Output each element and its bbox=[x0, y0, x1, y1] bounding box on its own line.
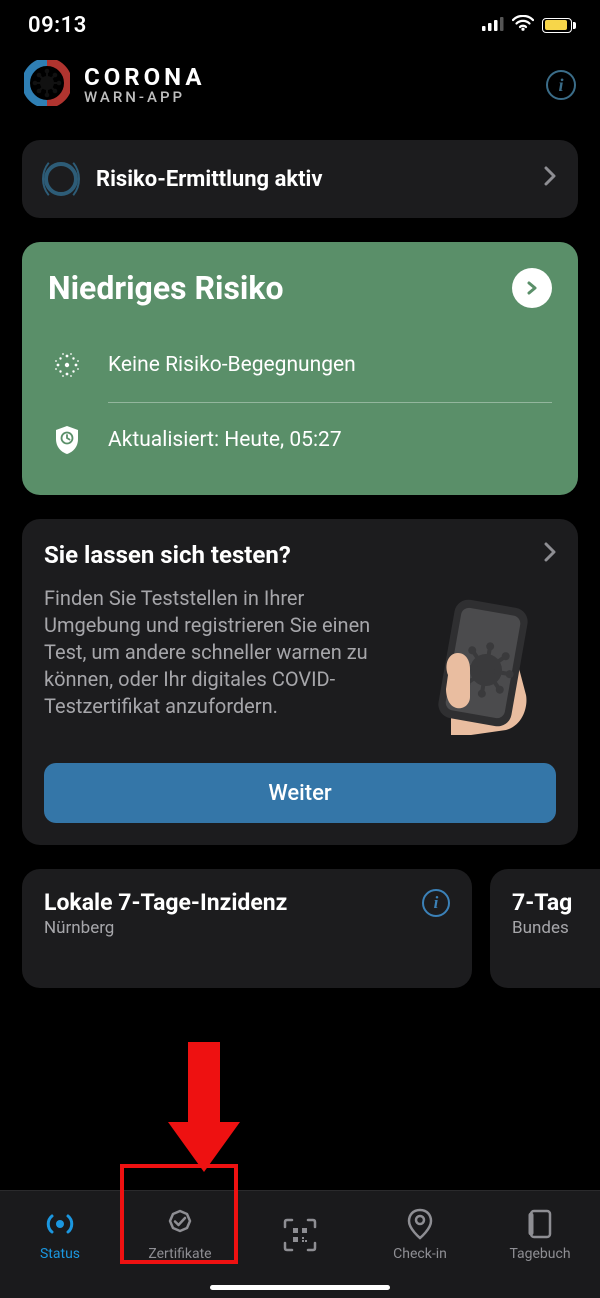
status-icons bbox=[482, 15, 572, 35]
tab-status[interactable]: Status bbox=[0, 1191, 120, 1278]
risk-tracing-title: Risiko-Ermittlung aktiv bbox=[96, 167, 526, 192]
certificate-icon bbox=[164, 1208, 196, 1240]
corona-logo-icon bbox=[24, 60, 70, 110]
risk-encounters-row: Keine Risiko-Begegnungen bbox=[48, 350, 552, 380]
diary-icon bbox=[527, 1208, 553, 1240]
status-icon bbox=[43, 1208, 77, 1240]
divider bbox=[108, 402, 552, 403]
risk-updated-row: Aktualisiert: Heute, 05:27 bbox=[48, 425, 552, 455]
tab-checkin-label: Check-in bbox=[393, 1246, 447, 1262]
app-title: CORONA bbox=[84, 65, 205, 90]
location-pin-icon bbox=[407, 1208, 433, 1240]
tracing-active-icon bbox=[44, 162, 78, 196]
test-card-description: Finden Sie Teststellen in Ihrer Umgebung… bbox=[44, 585, 396, 720]
qr-scan-icon bbox=[280, 1219, 320, 1251]
tab-status-label: Status bbox=[40, 1246, 80, 1262]
annotation-arrow bbox=[168, 1042, 240, 1172]
app-subtitle: WARN-APP bbox=[84, 90, 205, 106]
wifi-icon bbox=[512, 15, 534, 35]
risk-level-card[interactable]: Niedriges Risiko bbox=[22, 242, 578, 495]
national-incidence-title: 7-Tag bbox=[512, 889, 600, 916]
tab-zertifikate-label: Zertifikate bbox=[148, 1246, 211, 1262]
local-incidence-location: Nürnberg bbox=[44, 918, 450, 938]
incidence-scroll[interactable]: Lokale 7-Tage-Inzidenz Nürnberg i 7-Tag … bbox=[22, 869, 578, 988]
tab-bar: Status Zertifikate Check-in Tagebuch bbox=[0, 1190, 600, 1298]
tab-tagebuch-label: Tagebuch bbox=[509, 1246, 570, 1262]
virus-dots-icon bbox=[52, 350, 82, 380]
national-incidence-location: Bundes bbox=[512, 918, 600, 938]
national-incidence-card[interactable]: 7-Tag Bundes bbox=[490, 869, 600, 988]
risk-encounters-text: Keine Risiko-Begegnungen bbox=[108, 353, 356, 377]
tab-zertifikate[interactable]: Zertifikate bbox=[120, 1191, 240, 1278]
shield-clock-icon bbox=[52, 425, 82, 455]
clock: 09:13 bbox=[28, 13, 87, 38]
info-icon[interactable]: i bbox=[546, 70, 576, 100]
chevron-right-icon bbox=[544, 542, 556, 568]
local-incidence-title: Lokale 7-Tage-Inzidenz bbox=[44, 889, 450, 916]
tab-checkin[interactable]: Check-in bbox=[360, 1191, 480, 1278]
local-incidence-card[interactable]: Lokale 7-Tage-Inzidenz Nürnberg i bbox=[22, 869, 472, 988]
risk-level-title: Niedriges Risiko bbox=[48, 269, 284, 307]
risk-updated-text: Aktualisiert: Heute, 05:27 bbox=[108, 428, 342, 452]
continue-button[interactable]: Weiter bbox=[44, 763, 556, 823]
risk-detail-button[interactable] bbox=[512, 268, 552, 308]
risk-tracing-card[interactable]: Risiko-Ermittlung aktiv bbox=[22, 140, 578, 218]
test-card[interactable]: Sie lassen sich testen? Finden Sie Tests… bbox=[22, 519, 578, 845]
chevron-right-icon bbox=[544, 166, 556, 192]
app-header: CORONA WARN-APP i bbox=[0, 50, 600, 140]
hand-phone-illustration bbox=[406, 585, 556, 735]
app-logo: CORONA WARN-APP bbox=[24, 60, 205, 110]
tab-scan[interactable] bbox=[240, 1191, 360, 1278]
test-card-title: Sie lassen sich testen? bbox=[44, 541, 291, 569]
info-icon[interactable]: i bbox=[422, 889, 450, 917]
cellular-icon bbox=[482, 16, 504, 35]
home-indicator bbox=[210, 1285, 390, 1290]
battery-icon bbox=[542, 18, 572, 33]
continue-button-label: Weiter bbox=[268, 781, 331, 806]
status-bar: 09:13 bbox=[0, 0, 600, 50]
tab-tagebuch[interactable]: Tagebuch bbox=[480, 1191, 600, 1278]
